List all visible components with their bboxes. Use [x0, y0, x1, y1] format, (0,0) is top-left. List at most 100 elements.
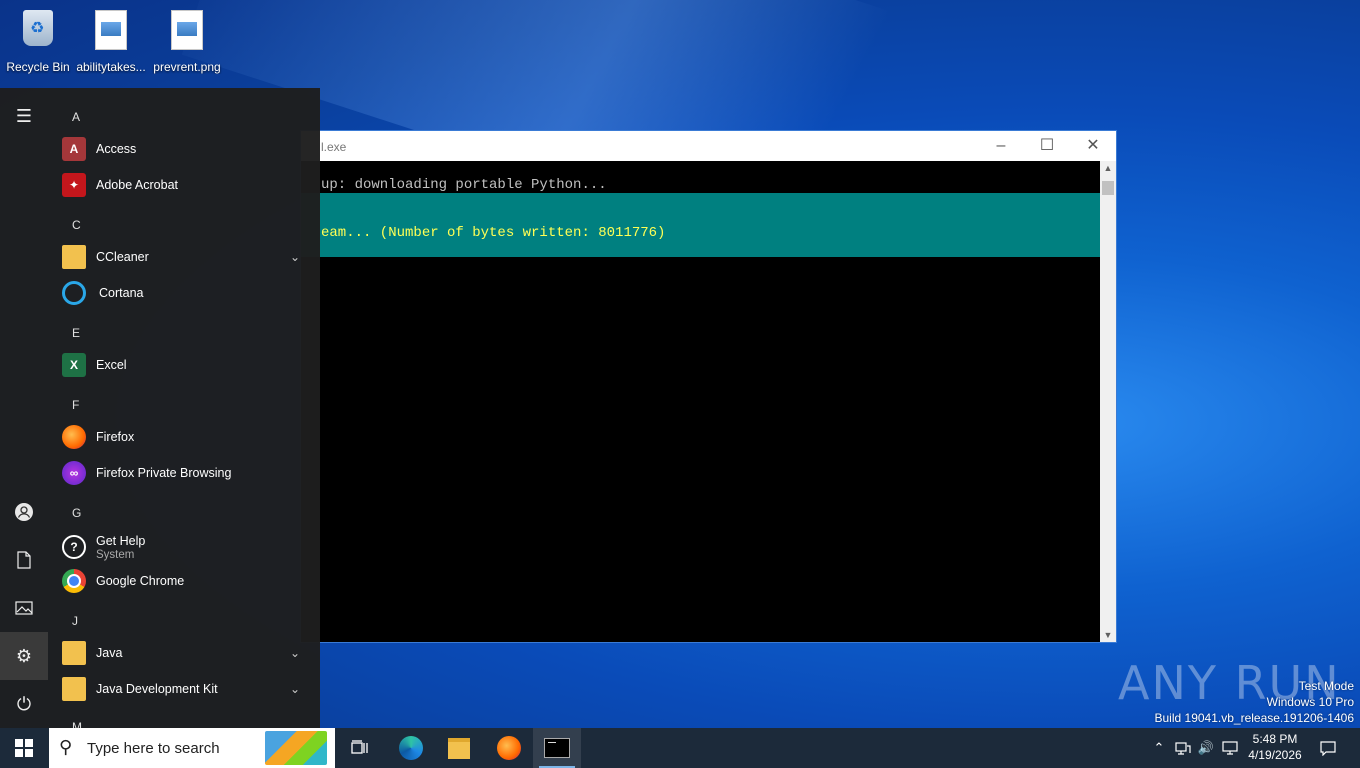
scroll-up-arrow[interactable]: ▲	[1100, 163, 1116, 173]
app-label: Firefox	[96, 430, 135, 444]
console-body[interactable]: up: downloading portable Python... eam..…	[301, 161, 1100, 642]
taskbar-clock[interactable]: 5:48 PM 4/19/2026	[1240, 731, 1310, 763]
chrome-icon	[62, 569, 86, 593]
app-item-excel[interactable]: X Excel	[62, 347, 306, 383]
group-header-f[interactable]: F	[72, 398, 79, 412]
app-item-firefox[interactable]: Firefox	[62, 419, 306, 455]
app-label: Access	[96, 142, 137, 156]
windows-logo-icon	[15, 739, 33, 757]
image-file-icon	[167, 10, 207, 54]
console-scrollbar[interactable]: ▲ ▼	[1100, 161, 1116, 642]
power-icon[interactable]: ⏻	[0, 680, 48, 728]
folder-icon	[62, 677, 86, 701]
app-label: Get Help	[96, 533, 146, 548]
app-item-get-help[interactable]: ? Get Help System	[62, 527, 306, 567]
clock-time: 5:48 PM	[1252, 732, 1298, 746]
settings-icon[interactable]: ⚙	[0, 632, 48, 680]
group-header-e[interactable]: E	[72, 326, 80, 340]
acrobat-icon: ✦	[62, 173, 86, 197]
app-label: Java Development Kit	[96, 682, 218, 696]
task-view-icon[interactable]	[336, 728, 384, 768]
taskbar-search-box[interactable]: ⚲ Type here to search	[49, 728, 335, 768]
scrollbar-thumb[interactable]	[1102, 181, 1114, 195]
app-label: CCleaner	[96, 250, 149, 264]
chevron-down-icon[interactable]: ⌄	[290, 646, 300, 660]
app-item-google-chrome[interactable]: Google Chrome	[62, 563, 306, 599]
hamburger-icon[interactable]: ☰	[0, 92, 48, 140]
app-label: Java	[96, 646, 123, 660]
access-icon: A	[62, 137, 86, 161]
file-explorer-icon[interactable]	[435, 728, 483, 768]
tray-overflow-chevron-icon[interactable]: ⌃	[1150, 728, 1168, 768]
console-titlebar[interactable]: l.exe – ☐ ✕	[301, 131, 1116, 161]
start-app-list: A A Access ✦ Adobe Acrobat C CCleaner ⌄ …	[48, 88, 320, 728]
image-file-icon	[91, 10, 131, 54]
group-header-g[interactable]: G	[72, 506, 81, 520]
firefox-private-icon: ∞	[62, 461, 86, 485]
edge-icon[interactable]	[387, 728, 435, 768]
chevron-down-icon[interactable]: ⌄	[290, 682, 300, 696]
desktop-icon-abilitytakes[interactable]: abilitytakes...	[72, 6, 150, 74]
app-label: Excel	[96, 358, 127, 372]
app-item-ccleaner[interactable]: CCleaner ⌄	[62, 239, 306, 275]
clock-date: 4/19/2026	[1248, 748, 1302, 762]
desktop-icon-recycle-bin[interactable]: Recycle Bin	[0, 6, 77, 74]
test-mode-watermark: Test Mode Windows 10 Pro Build 19041.vb_…	[1155, 678, 1355, 726]
app-item-adobe-acrobat[interactable]: ✦ Adobe Acrobat	[62, 167, 306, 203]
cortana-icon	[62, 281, 86, 305]
display-icon[interactable]	[1220, 728, 1240, 768]
excel-icon: X	[62, 353, 86, 377]
desktop-icon-label: abilitytakes...	[76, 60, 146, 74]
close-button[interactable]: ✕	[1070, 131, 1116, 161]
app-label: Adobe Acrobat	[96, 178, 179, 192]
firefox-icon[interactable]	[485, 728, 533, 768]
desktop-icon-prevrent[interactable]: prevrent.png	[148, 6, 226, 74]
get-help-icon: ?	[62, 535, 86, 559]
console-title: l.exe	[321, 140, 347, 154]
maximize-button[interactable]: ☐	[1024, 131, 1070, 161]
network-icon[interactable]	[1173, 728, 1193, 768]
folder-icon	[62, 641, 86, 665]
app-item-firefox-private[interactable]: ∞ Firefox Private Browsing	[62, 455, 306, 491]
app-item-access[interactable]: A Access	[62, 131, 306, 167]
recycle-bin-icon	[18, 10, 58, 54]
notifications-icon[interactable]	[1316, 728, 1340, 768]
app-label: Google Chrome	[96, 574, 185, 588]
app-label: Firefox Private Browsing	[96, 466, 232, 480]
console-output-line: up: downloading portable Python...	[321, 177, 607, 193]
app-label: Cortana	[99, 286, 144, 300]
search-highlight-image	[265, 731, 327, 765]
app-sublabel: System	[96, 548, 135, 561]
console-icon[interactable]	[533, 728, 581, 768]
group-header-a[interactable]: A	[72, 110, 80, 124]
documents-icon[interactable]	[0, 536, 48, 584]
search-icon: ⚲	[59, 737, 73, 757]
firefox-icon	[62, 425, 86, 449]
user-icon[interactable]	[0, 488, 48, 536]
console-progress-line: eam... (Number of bytes written: 8011776…	[321, 225, 666, 241]
group-header-j[interactable]: J	[72, 614, 78, 628]
start-menu-rail: ☰ ⚙ ⏻	[0, 88, 48, 728]
search-placeholder: Type here to search	[87, 740, 220, 757]
group-header-m[interactable]: M	[72, 720, 82, 728]
desktop-icon-label: prevrent.png	[153, 60, 221, 74]
start-button[interactable]	[0, 728, 48, 768]
app-label-block: Get Help System	[96, 534, 145, 561]
folder-icon	[62, 245, 86, 269]
app-item-cortana[interactable]: Cortana	[62, 275, 306, 311]
taskbar: ⚲ Type here to search ⌃ 🔊 5:48 PM 4/19/2…	[0, 728, 1360, 768]
watermark-line: Windows 10 Pro	[1266, 695, 1354, 709]
desktop-icon-label: Recycle Bin	[6, 60, 70, 74]
pictures-icon[interactable]	[0, 584, 48, 632]
start-menu: ☰ ⚙ ⏻ A A Access ✦ Adobe Acrobat C CClea…	[0, 88, 320, 728]
watermark-line: Test Mode	[1298, 679, 1354, 693]
group-header-c[interactable]: C	[72, 218, 81, 232]
volume-icon[interactable]: 🔊	[1196, 728, 1216, 768]
chevron-down-icon[interactable]: ⌄	[290, 250, 300, 264]
app-item-java[interactable]: Java ⌄	[62, 635, 306, 671]
scroll-down-arrow[interactable]: ▼	[1100, 630, 1116, 640]
watermark-line: Build 19041.vb_release.191206-1406	[1154, 711, 1355, 725]
minimize-button[interactable]: –	[978, 131, 1024, 161]
app-item-java-development-kit[interactable]: Java Development Kit ⌄	[62, 671, 306, 707]
console-window[interactable]: l.exe – ☐ ✕ up: downloading portable Pyt…	[300, 130, 1117, 643]
